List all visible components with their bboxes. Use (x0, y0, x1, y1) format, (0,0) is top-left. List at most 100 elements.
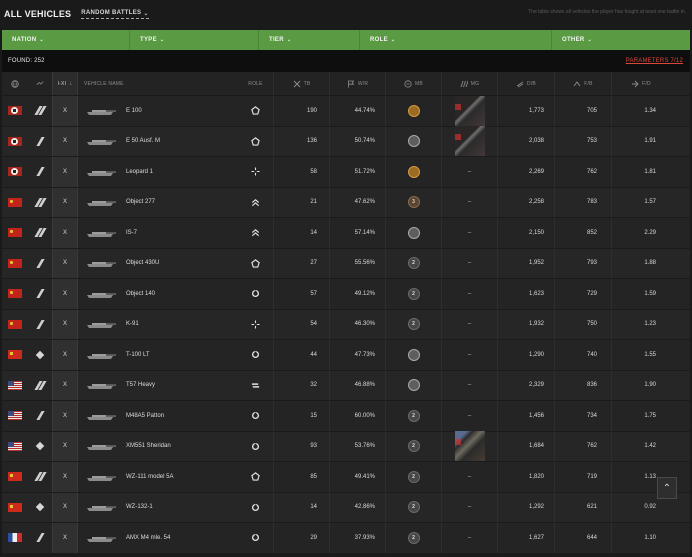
table-row[interactable]: X T-100 LT 44 47.73% – 1,290 740 1.55 (2, 340, 690, 371)
table-row[interactable]: X Leopard 1 58 51.72% – 2,269 762 1.81 (2, 157, 690, 188)
column-tier[interactable]: I-XI ↓ (52, 72, 78, 95)
vehicle-name: M48A5 Patton (126, 412, 165, 419)
frag-cell: 1.55 (611, 340, 670, 370)
table-row[interactable]: X XM551 Sheridan 93 53.76% 2 1,684 762 1… (2, 431, 690, 462)
damage-cell: 2,258 (497, 187, 554, 217)
name-cell: E 50 Ausf. M (78, 127, 238, 157)
xp-value: 705 (586, 107, 597, 114)
crosshair-role-icon (251, 167, 260, 176)
table-row[interactable]: X IS-7 14 57.14% – 2,150 852 2.29 (2, 218, 690, 249)
winrate-cell: 50.74% (329, 126, 385, 156)
winrate-cell: 60.00% (329, 401, 385, 431)
filter-tier[interactable]: TIER ⌄ (259, 30, 360, 50)
column-wr[interactable]: W/R (329, 72, 385, 95)
marks-value: – (467, 321, 472, 328)
damage-value: 1,292 (528, 504, 544, 511)
nation-cell (2, 310, 28, 340)
marks-value: – (467, 290, 472, 297)
winrate-value: 47.62% (354, 199, 375, 206)
battles-value: 190 (306, 107, 317, 114)
filter-other[interactable]: OTHER ⌄ (552, 30, 690, 50)
role-cell (238, 218, 273, 248)
marks-cell: – (441, 340, 497, 370)
scroll-to-top-button[interactable]: ⌃ (657, 477, 677, 499)
tank-silhouette-icon (87, 414, 116, 420)
column-mg-label: MG (470, 80, 480, 87)
vehicle-name: Leopard 1 (126, 168, 154, 175)
class-cell (28, 523, 52, 553)
tier-value: X (62, 107, 67, 114)
column-name[interactable]: VEHICLE NAME (78, 72, 238, 95)
mastery-badge-silver-icon (407, 379, 420, 392)
column-nation[interactable] (2, 72, 28, 95)
table-row[interactable]: X AMX M4 mle. 54 29 37.93% 2 – 1,627 644… (2, 523, 690, 554)
xp-value: 793 (586, 260, 597, 267)
tank-silhouette-icon (87, 201, 116, 207)
flag-ussr-icon (8, 289, 22, 299)
winrate-value: 46.88% (354, 382, 375, 389)
medium-tank-class-icon (37, 533, 44, 542)
table-row[interactable]: X Object 430U 27 55.56% 2 – 1,952 793 1.… (2, 248, 690, 279)
role-cell (238, 279, 273, 309)
tier-value: X (62, 168, 67, 175)
battles-value: 15 (310, 412, 317, 419)
flag-ussr-icon (8, 228, 22, 238)
table-row[interactable]: X T57 Heavy 32 46.88% – 2,329 836 1.90 (2, 370, 690, 401)
column-tb[interactable]: TB (273, 72, 329, 95)
table-row[interactable]: X E 100 190 44.74% 1,773 705 1.34 (2, 95, 690, 127)
column-fb[interactable]: F/B (554, 72, 611, 95)
circle-role-icon (251, 351, 260, 359)
tank-silhouette-icon (87, 536, 116, 542)
class-cell (28, 493, 52, 523)
filter-role[interactable]: ROLE ⌄ (360, 30, 552, 50)
xp-cell: 836 (554, 370, 611, 400)
filter-tier-label: TIER (269, 37, 284, 43)
column-class[interactable] (28, 72, 52, 95)
nation-cell (2, 279, 28, 309)
filter-type[interactable]: TYPE ⌄ (130, 30, 259, 50)
filter-nation[interactable]: NATION ⌄ (2, 30, 130, 50)
nation-cell (2, 523, 28, 553)
tier-cell: X (52, 462, 78, 492)
xp-cell: 734 (554, 401, 611, 431)
marks-value: – (467, 412, 472, 419)
column-mg[interactable]: MG (441, 72, 497, 95)
vehicle-name: E 100 (126, 107, 142, 114)
table-row[interactable]: X E 50 Ausf. M 136 50.74% 2,038 753 1.91 (2, 126, 690, 157)
chevron-up-icon: ⌃ (662, 482, 672, 494)
battles-cell: 190 (273, 96, 329, 126)
frag-value: 1.59 (644, 290, 656, 297)
column-fd[interactable]: F/D (611, 72, 670, 95)
column-ds[interactable]: D/B (497, 72, 554, 95)
table-row[interactable]: X K-91 54 46.30% 2 – 1,932 750 1.23 (2, 309, 690, 340)
table-row[interactable]: X Object 140 57 49.12% 2 – 1,623 729 1.5… (2, 279, 690, 310)
frag-value: 1.57 (644, 199, 656, 206)
winrate-cell: 49.12% (329, 279, 385, 309)
mastery-cell (385, 370, 441, 400)
mastery-badge-plain-icon: 2 (407, 287, 420, 300)
class-cell (28, 310, 52, 340)
role-cell (238, 96, 273, 126)
table-row[interactable]: X Object 277 21 47.62% 3 – 2,258 783 1.5… (2, 187, 690, 218)
vehicle-name: K-91 (126, 321, 139, 328)
column-role[interactable]: ROLE (238, 72, 273, 95)
mastery-cell: 2 (385, 279, 441, 309)
found-count: FOUND: 252 (8, 58, 45, 64)
damage-value: 1,773 (528, 107, 544, 114)
damage-cell: 1,623 (497, 279, 554, 309)
damage-value: 2,329 (528, 382, 544, 389)
battles-value: 21 (310, 199, 317, 206)
frag-cell: 1.88 (611, 248, 670, 278)
mastery-cell: 2 (385, 462, 441, 492)
table-row[interactable]: X WZ-111 model 5A 85 49.41% 2 – 1,820 71… (2, 462, 690, 493)
flag-usa-icon (8, 380, 22, 390)
table-row[interactable]: X M48A5 Patton 15 60.00% 2 – 1,456 734 1… (2, 401, 690, 432)
xp-value: 621 (586, 504, 597, 511)
parameters-link[interactable]: PARAMETERS 7/12 (626, 58, 683, 64)
battle-mode-dropdown[interactable]: RANDOM BATTLES ⌄ (81, 10, 149, 19)
table-row[interactable]: X WZ-132-1 14 42.86% 2 – 1,292 621 0.92 (2, 492, 690, 523)
column-mb[interactable]: MB (385, 72, 441, 95)
class-cell (28, 188, 52, 218)
tank-silhouette-icon (87, 140, 116, 146)
name-cell: XM551 Sheridan (78, 432, 238, 462)
